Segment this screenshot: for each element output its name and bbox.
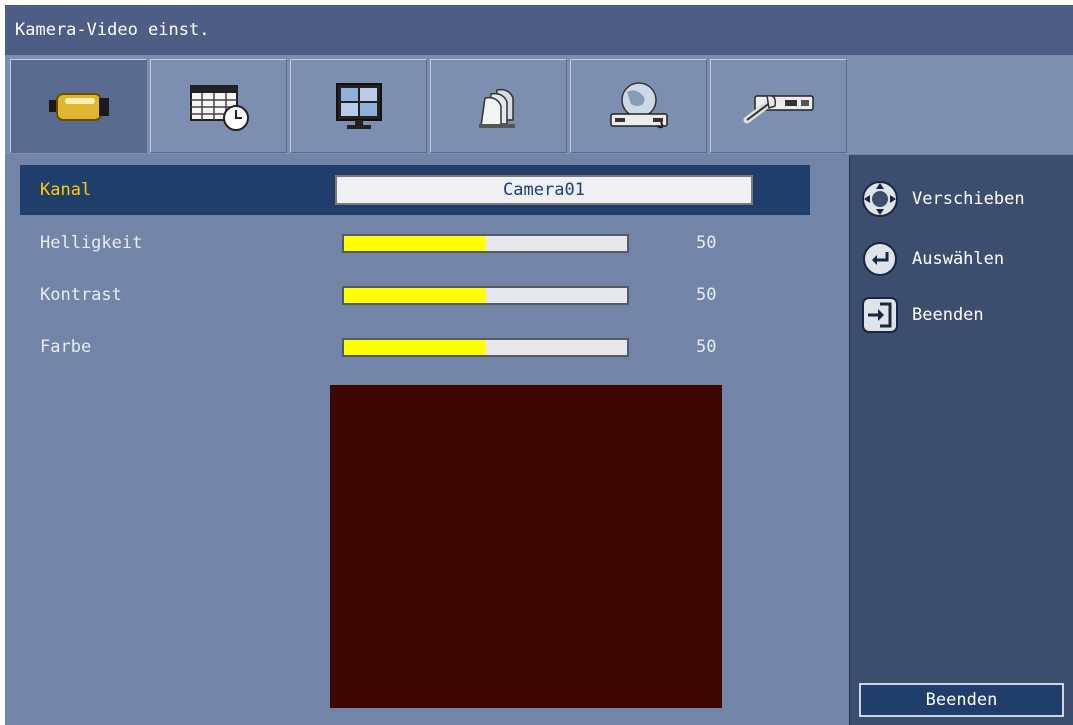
- color-slider-fill: [344, 340, 486, 355]
- multi-camera-icon: [478, 88, 515, 128]
- legend-select: Auswählen: [860, 239, 1004, 279]
- color-value: 50: [696, 337, 717, 357]
- enter-icon: [863, 242, 897, 276]
- title-bar: Kamera-Video einst.: [5, 5, 1073, 55]
- monitor-icon: [335, 83, 382, 129]
- settings-panel: Kanal Camera01 Helligkeit 50 Kontrast 50…: [5, 155, 849, 725]
- setting-row-brightness[interactable]: Helligkeit 50: [20, 218, 810, 268]
- contrast-slider[interactable]: [342, 286, 629, 305]
- channel-label: Kanal: [40, 180, 92, 200]
- dvr-menu-window: Kamera-Video einst. Kanal Camera01 Helli…: [5, 5, 1073, 725]
- setting-row-channel[interactable]: Kanal Camera01: [20, 165, 810, 215]
- contrast-value: 50: [696, 285, 717, 305]
- help-sidebar: Verschieben Auswählen Beenden Beenden: [849, 155, 1073, 725]
- legend-exit-label: Beenden: [912, 305, 984, 325]
- contrast-label: Kontrast: [40, 285, 122, 305]
- color-label: Farbe: [40, 337, 92, 357]
- color-slider[interactable]: [342, 338, 629, 357]
- legend-exit: Beenden: [860, 295, 984, 335]
- legend-move: Verschieben: [860, 179, 1025, 219]
- channel-select[interactable]: Camera01: [335, 175, 753, 205]
- tab-bar: [5, 55, 1073, 154]
- brightness-label: Helligkeit: [40, 233, 143, 253]
- exit-button[interactable]: Beenden: [859, 683, 1064, 717]
- video-preview: [330, 385, 722, 708]
- setting-row-contrast[interactable]: Kontrast 50: [20, 270, 810, 320]
- setting-row-color[interactable]: Farbe 50: [20, 322, 810, 372]
- camera-icon: [48, 93, 109, 121]
- system-tools-icon: [743, 94, 814, 124]
- tab-camera[interactable]: [10, 59, 147, 153]
- dpad-icon: [862, 181, 898, 217]
- window-title: Kamera-Video einst.: [15, 20, 210, 40]
- contrast-slider-fill: [344, 288, 486, 303]
- network-icon: [609, 82, 668, 129]
- brightness-slider-fill: [344, 236, 486, 251]
- tab-system[interactable]: [710, 59, 847, 153]
- tab-monitor[interactable]: [290, 59, 427, 153]
- schedule-icon: [189, 85, 249, 131]
- brightness-value: 50: [696, 233, 717, 253]
- legend-select-label: Auswählen: [912, 249, 1005, 269]
- tab-multi-camera[interactable]: [430, 59, 567, 153]
- tab-schedule[interactable]: [150, 59, 287, 153]
- legend-move-label: Verschieben: [912, 189, 1025, 209]
- brightness-slider[interactable]: [342, 234, 629, 253]
- tab-network[interactable]: [570, 59, 707, 153]
- exit-icon: [862, 297, 898, 333]
